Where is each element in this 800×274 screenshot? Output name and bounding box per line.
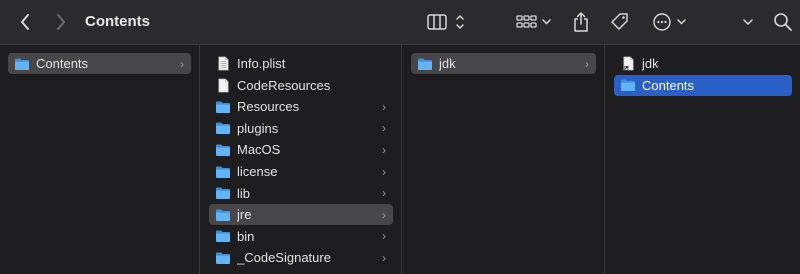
folder-icon bbox=[216, 166, 230, 178]
disclosure-chevron-icon: › bbox=[382, 121, 386, 136]
file-row-icon bbox=[215, 208, 231, 222]
folder-icon bbox=[15, 58, 29, 70]
column-4: jdk Contents bbox=[606, 45, 800, 274]
file-row-label: Info.plist bbox=[237, 56, 286, 71]
disclosure-chevron-icon: › bbox=[382, 186, 386, 201]
search-button[interactable] bbox=[771, 0, 795, 44]
toolbar: Contents bbox=[0, 0, 800, 44]
file-row-icon bbox=[215, 121, 231, 135]
file-row-label: CodeResources bbox=[237, 77, 331, 93]
disclosure-chevron-icon: › bbox=[382, 99, 386, 114]
file-row-plugins[interactable]: plugins › bbox=[209, 118, 393, 139]
file-row-label: lib bbox=[237, 185, 251, 201]
file-row-icon bbox=[14, 57, 30, 71]
file-row-label: jre bbox=[237, 207, 252, 223]
disclosure-chevron-icon: › bbox=[382, 250, 386, 265]
file-row-resources[interactable]: Resources › bbox=[209, 96, 393, 117]
share-button[interactable] bbox=[569, 0, 593, 44]
folder-icon bbox=[216, 230, 230, 243]
column-browser: Contents › Info.plist CodeResources Resourc… bbox=[0, 44, 800, 274]
search-icon bbox=[774, 13, 792, 31]
disclosure-chevron-icon: › bbox=[585, 56, 589, 71]
chevron-left-icon bbox=[21, 14, 29, 30]
file-row-icon bbox=[215, 165, 231, 179]
back-button[interactable] bbox=[14, 0, 36, 44]
column-2: Info.plist CodeResources Resources › plugins… bbox=[201, 45, 402, 274]
file-row-label: Resources bbox=[237, 99, 300, 115]
file-row-contents[interactable]: Contents bbox=[614, 74, 792, 96]
chevron-down-icon bbox=[743, 19, 753, 25]
ellipsis-circle-icon bbox=[653, 13, 686, 31]
file-row-lib[interactable]: lib › bbox=[209, 183, 393, 204]
forward-button[interactable] bbox=[50, 0, 72, 44]
column-1: Contents › bbox=[0, 45, 200, 274]
file-row-label: license bbox=[237, 164, 278, 179]
file-row-contents[interactable]: Contents › bbox=[8, 53, 191, 74]
folder-icon bbox=[216, 101, 230, 113]
file-row-bin[interactable]: bin › bbox=[209, 226, 393, 247]
plist-file-icon bbox=[217, 56, 229, 71]
alias-file-icon bbox=[622, 56, 634, 71]
file-row-label: Contents bbox=[36, 56, 89, 71]
file-row-macos[interactable]: MacOS › bbox=[209, 139, 393, 160]
grid-group-icon bbox=[516, 15, 551, 28]
file-row-icon bbox=[417, 57, 433, 71]
folder-icon bbox=[216, 209, 230, 221]
toolbar-overflow-button[interactable] bbox=[738, 0, 758, 44]
file-row-label: Contents bbox=[642, 77, 695, 93]
disclosure-chevron-icon: › bbox=[382, 142, 386, 157]
file-row-label: plugins bbox=[237, 120, 279, 136]
chevron-right-icon bbox=[57, 14, 65, 30]
action-button[interactable] bbox=[650, 0, 690, 44]
folder-icon bbox=[216, 187, 230, 200]
file-row-label: _CodeSignature bbox=[237, 250, 331, 266]
file-row-label: jdk bbox=[439, 56, 456, 71]
file-row-info-plist[interactable]: Info.plist bbox=[209, 53, 393, 74]
folder-icon bbox=[216, 122, 230, 135]
file-row-label: bin bbox=[237, 228, 255, 244]
folder-icon bbox=[216, 252, 230, 264]
file-row-icon bbox=[620, 78, 636, 92]
document-icon bbox=[217, 78, 229, 92]
folder-icon bbox=[418, 58, 432, 70]
view-mode-button[interactable] bbox=[424, 0, 468, 44]
disclosure-chevron-icon: › bbox=[382, 164, 386, 179]
disclosure-chevron-icon: › bbox=[382, 207, 386, 222]
file-row-jdk[interactable]: jdk › bbox=[411, 53, 596, 74]
group-button[interactable] bbox=[514, 0, 554, 44]
file-row-label: MacOS bbox=[237, 142, 281, 158]
file-row-icon bbox=[215, 229, 231, 243]
file-row-license[interactable]: license › bbox=[209, 161, 393, 182]
file-row-label: jdk bbox=[642, 56, 659, 71]
file-row-jre[interactable]: jre › bbox=[209, 204, 393, 226]
tag-icon bbox=[611, 13, 628, 30]
folder-icon bbox=[216, 144, 230, 156]
folder-icon bbox=[621, 79, 635, 92]
share-icon bbox=[574, 12, 588, 32]
file-row-codesignature[interactable]: _CodeSignature › bbox=[209, 247, 393, 268]
file-row-icon bbox=[215, 143, 231, 157]
columns-view-icon bbox=[427, 14, 464, 30]
file-row-icon bbox=[215, 56, 231, 71]
file-row-icon bbox=[215, 186, 231, 200]
file-row-icon bbox=[215, 251, 231, 265]
file-row-icon bbox=[215, 100, 231, 114]
window-title: Contents bbox=[85, 13, 150, 30]
file-row-coderesources[interactable]: CodeResources bbox=[209, 75, 393, 96]
tag-button[interactable] bbox=[608, 0, 632, 44]
file-row-jdk[interactable]: jdk bbox=[614, 53, 792, 74]
column-3: jdk › bbox=[403, 45, 605, 274]
file-row-icon bbox=[215, 78, 231, 92]
file-row-icon bbox=[620, 56, 636, 71]
disclosure-chevron-icon: › bbox=[382, 229, 386, 244]
disclosure-chevron-icon: › bbox=[180, 56, 184, 71]
